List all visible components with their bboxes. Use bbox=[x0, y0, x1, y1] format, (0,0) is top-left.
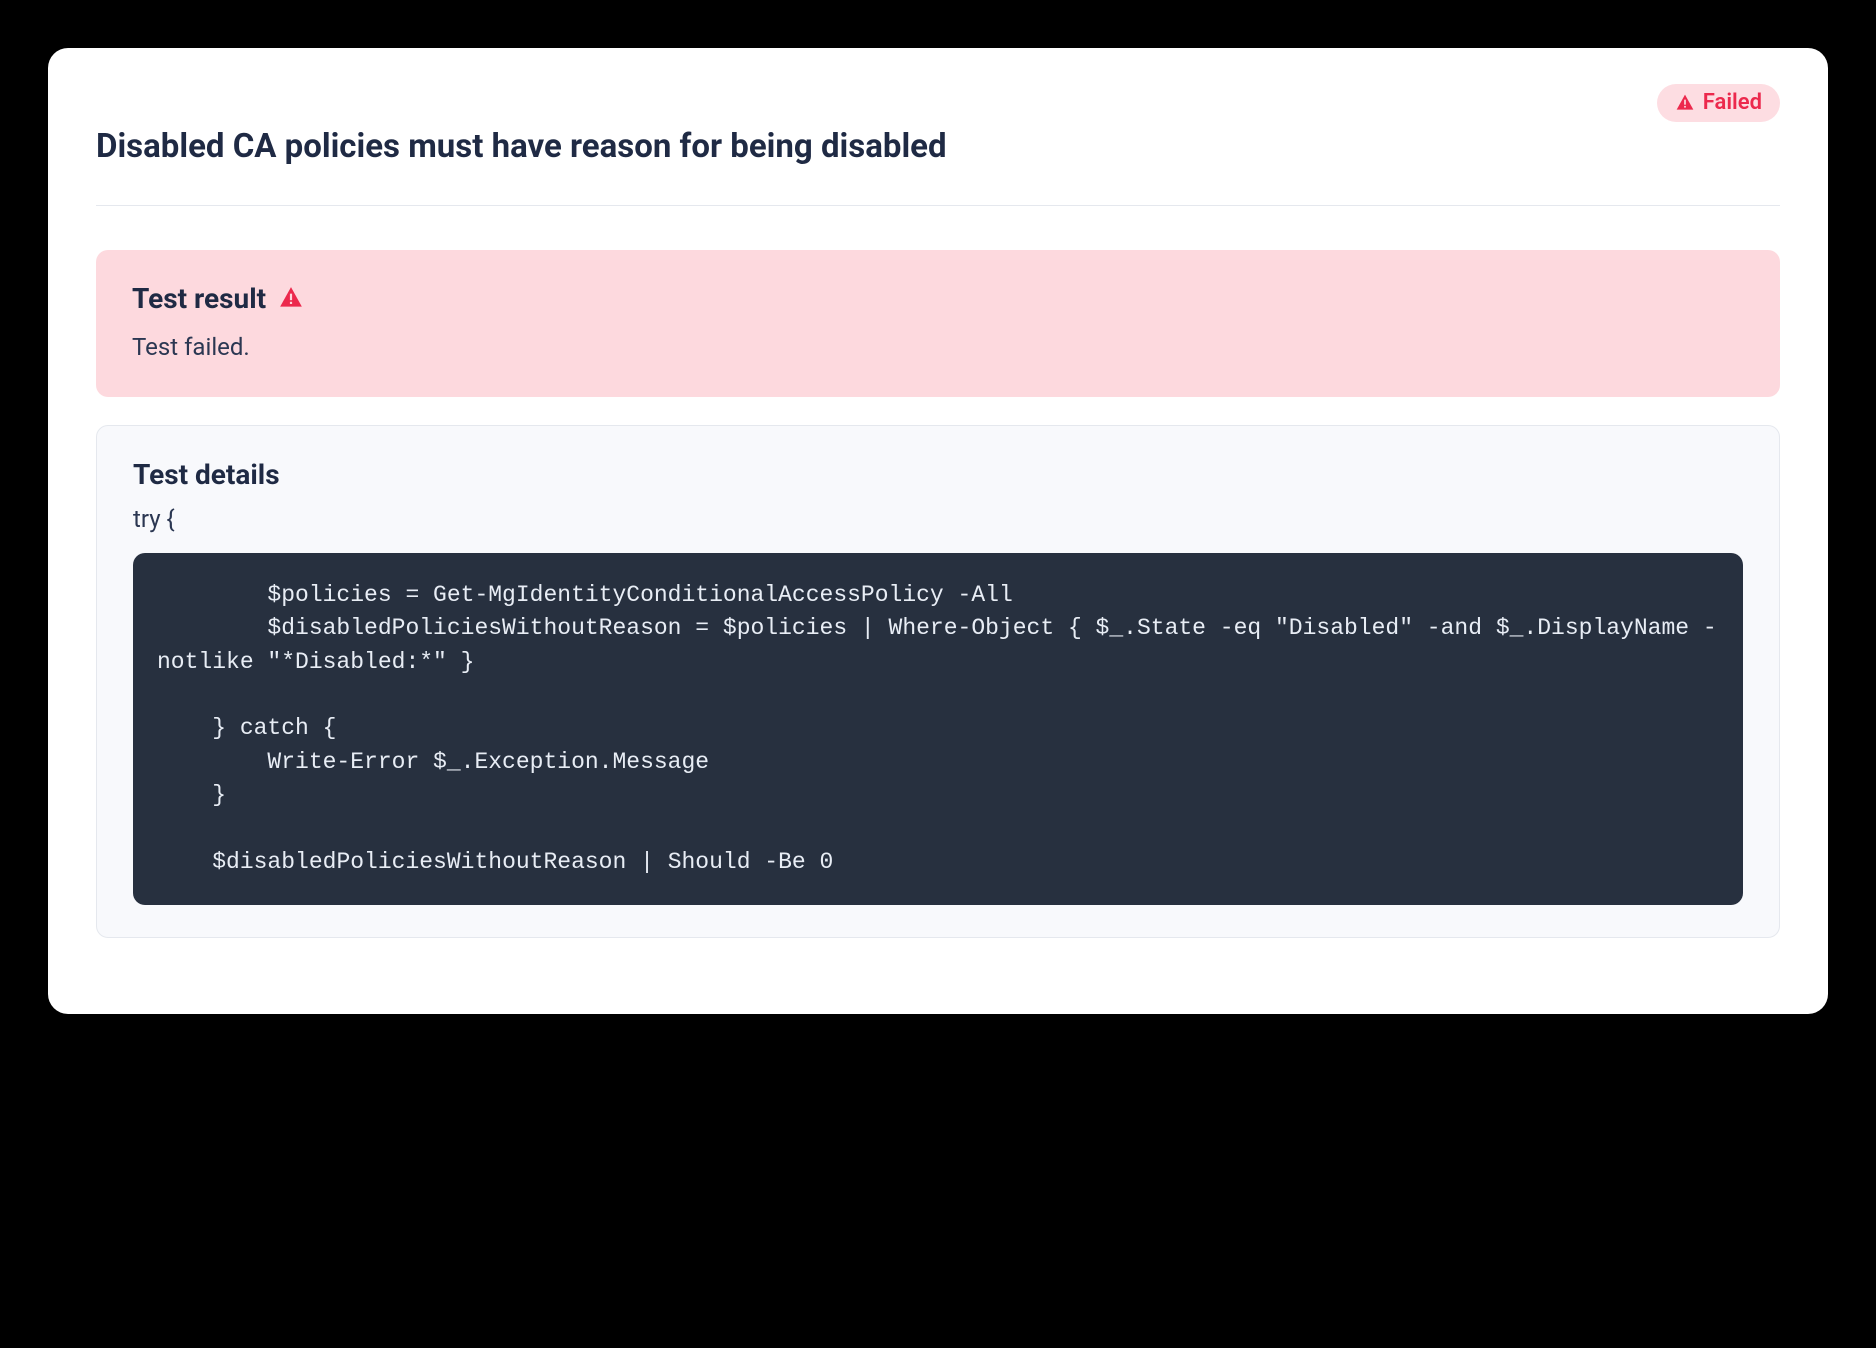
test-result-message: Test failed. bbox=[132, 329, 1744, 365]
status-label: Failed bbox=[1703, 92, 1762, 114]
card-header: Failed bbox=[96, 84, 1780, 122]
panel-title-row: Test result bbox=[132, 282, 1744, 315]
test-result-panel: Test result Test failed. bbox=[96, 250, 1780, 397]
try-line: try { bbox=[133, 505, 1743, 533]
panel-title-row: Test details bbox=[133, 458, 1743, 491]
divider bbox=[96, 205, 1780, 206]
code-block[interactable]: $policies = Get-MgIdentityConditionalAcc… bbox=[133, 553, 1743, 905]
warning-icon bbox=[1675, 93, 1695, 113]
test-card: Failed Disabled CA policies must have re… bbox=[48, 48, 1828, 1014]
test-details-heading: Test details bbox=[133, 458, 280, 491]
test-details-panel: Test details try { $policies = Get-MgIde… bbox=[96, 425, 1780, 938]
test-result-heading: Test result bbox=[132, 282, 266, 315]
page-title: Disabled CA policies must have reason fo… bbox=[96, 126, 1780, 169]
status-badge: Failed bbox=[1657, 84, 1780, 122]
warning-icon bbox=[278, 285, 304, 311]
